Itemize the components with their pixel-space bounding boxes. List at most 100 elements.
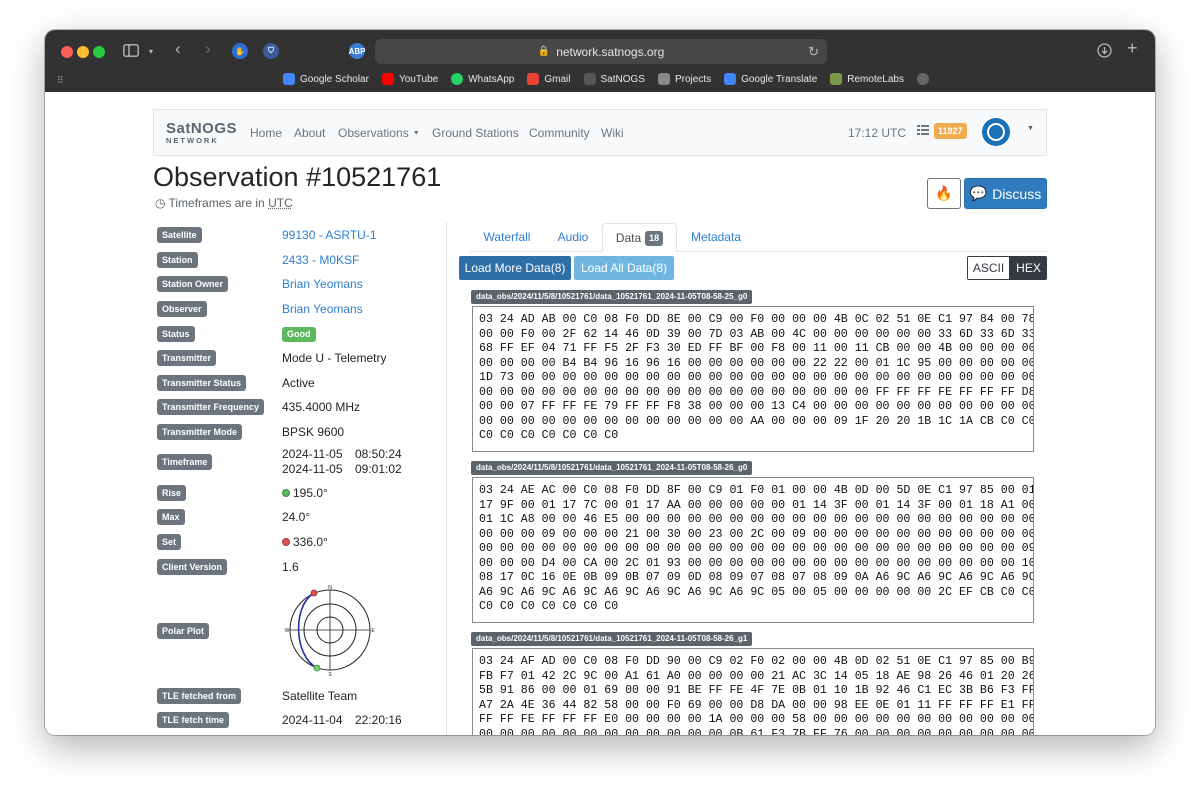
- forward-icon[interactable]: ›: [205, 40, 211, 57]
- user-menu-chevron-icon[interactable]: ▼: [1027, 125, 1034, 132]
- satnogs-logo[interactable]: SatNOGS NETWORK: [166, 120, 238, 145]
- timeframe-start-time: 08:50:24: [355, 447, 402, 461]
- hex-toggle[interactable]: HEX: [1010, 256, 1047, 280]
- nav-wiki[interactable]: Wiki: [601, 126, 624, 140]
- minimize-window-button[interactable]: [77, 46, 89, 58]
- remotelabs-icon: [830, 73, 843, 85]
- nav-ground-stations[interactable]: Ground Stations: [432, 126, 519, 140]
- bookmark-gmail[interactable]: Gmail: [527, 73, 571, 85]
- detail-label: TLE fetched from: [157, 688, 242, 704]
- nav-observations-label: Observations: [338, 126, 409, 140]
- new-tab-icon[interactable]: +: [1127, 39, 1138, 57]
- discuss-label: Discuss: [992, 185, 1042, 202]
- observations-count-badge[interactable]: 11927: [934, 123, 967, 139]
- detail-label: Status: [157, 326, 195, 342]
- detail-label: Rise: [157, 485, 187, 501]
- logo-text: SatNOGS: [166, 120, 238, 137]
- zoom-window-button[interactable]: [93, 46, 105, 58]
- detail-label: Transmitter Status: [157, 375, 247, 391]
- detail-label: Transmitter Frequency: [157, 399, 265, 415]
- detail-label: TLE fetch time: [157, 712, 230, 728]
- detail-label: Timeframe: [157, 454, 213, 470]
- bookmark-remotelabs[interactable]: RemoteLabs: [830, 73, 904, 85]
- tab-data-label: Data: [615, 231, 642, 245]
- timeframe-note: ◷ Timeframes are in UTC: [155, 196, 293, 210]
- reload-icon[interactable]: ↻: [808, 44, 819, 60]
- clock-icon: ◷: [155, 196, 166, 210]
- polar-west-label: W: [285, 628, 290, 634]
- timeframe-end: 2024-11-05 09:01:02: [282, 462, 402, 476]
- rise-value: 195.0°: [293, 486, 328, 500]
- observation-tabs: Waterfall Audio Data 18 Metadata: [470, 223, 1048, 252]
- avatar-ring-icon: [987, 123, 1005, 141]
- browser-window: ▾ ‹ › ✋ ⛉ ABP 🔒 network.satnogs.org ↻ + …: [45, 30, 1155, 735]
- adblock-extension-icon[interactable]: ABP: [349, 43, 365, 59]
- logo-subtext: NETWORK: [166, 136, 219, 145]
- close-window-button[interactable]: [61, 46, 73, 58]
- satnogs-icon: [583, 73, 596, 85]
- rise-dot-icon: [282, 489, 290, 497]
- ascii-toggle[interactable]: ASCII: [967, 256, 1010, 280]
- downloads-icon[interactable]: [1097, 43, 1112, 60]
- polar-east-label: E: [371, 628, 375, 634]
- hex-data-block: 03 24 AF AD 00 C0 08 F0 DD 90 00 C9 02 F…: [472, 648, 1034, 735]
- frame-filename[interactable]: data_obs/2024/11/5/8/10521761/data_10521…: [471, 632, 753, 646]
- tab-waterfall[interactable]: Waterfall: [470, 223, 544, 252]
- bookmark-whatsapp[interactable]: WhatsApp: [451, 73, 514, 85]
- tab-audio[interactable]: Audio: [544, 223, 602, 252]
- timeframe-end-date: 2024-11-05: [282, 462, 343, 476]
- tab-metadata[interactable]: Metadata: [677, 223, 755, 252]
- detail-label: Client Version: [157, 559, 228, 575]
- polar-plot: N S E W: [285, 585, 376, 677]
- google-scholar-icon: [283, 73, 295, 85]
- nav-community[interactable]: Community: [529, 126, 590, 140]
- timeframe-end-time: 09:01:02: [355, 462, 402, 476]
- load-more-data-button[interactable]: Load More Data(8): [459, 256, 571, 280]
- set-dot-icon: [282, 538, 290, 546]
- station-link[interactable]: 2433 - M0KSF: [282, 253, 359, 267]
- sidebar-toggle-icon[interactable]: [123, 44, 139, 59]
- bookmark-projects[interactable]: Projects: [657, 73, 711, 85]
- google-translate-icon: [724, 73, 737, 85]
- tab-overview-icon[interactable]: ⠿: [57, 73, 64, 87]
- rise-marker: [313, 664, 321, 672]
- privacy-extension-icon[interactable]: ✋: [232, 43, 248, 59]
- bookmark-unnamed[interactable]: [916, 73, 929, 85]
- chevron-down-icon: ▼: [412, 130, 420, 137]
- polar-north-label: N: [328, 585, 332, 591]
- bookmark-generic-icon: [916, 73, 929, 85]
- address-bar[interactable]: 🔒 network.satnogs.org ↻: [375, 39, 827, 64]
- owner-link[interactable]: Brian Yeomans: [282, 277, 363, 291]
- observer-link[interactable]: Brian Yeomans: [282, 302, 363, 316]
- nav-about[interactable]: About: [294, 126, 325, 140]
- bookmark-google-scholar[interactable]: Google Scholar: [283, 73, 369, 85]
- frame-filename[interactable]: data_obs/2024/11/5/8/10521761/data_10521…: [471, 290, 753, 304]
- detail-label: Transmitter: [157, 350, 217, 366]
- back-icon[interactable]: ‹: [175, 40, 181, 57]
- tle-source-value: Satellite Team: [282, 689, 358, 703]
- nav-home[interactable]: Home: [250, 126, 282, 140]
- transmitter-value: Mode U - Telemetry: [282, 351, 387, 365]
- browser-toolbar: ▾ ‹ › ✋ ⛉ ABP 🔒 network.satnogs.org ↻ + …: [45, 30, 1155, 92]
- user-avatar[interactable]: [982, 118, 1010, 146]
- bookmark-satnogs[interactable]: SatNOGS: [583, 73, 645, 85]
- satellite-link[interactable]: 99130 - ASRTU-1: [282, 228, 377, 242]
- list-icon: [917, 125, 929, 135]
- bookmark-youtube[interactable]: YouTube: [381, 73, 438, 85]
- nav-observations[interactable]: Observations ▼: [338, 126, 420, 140]
- fire-button[interactable]: 🔥: [927, 178, 961, 209]
- tab-data[interactable]: Data 18: [602, 223, 677, 252]
- client-version-value: 1.6: [282, 560, 299, 574]
- discuss-button[interactable]: 💬 Discuss: [964, 178, 1047, 209]
- url-text: network.satnogs.org: [556, 44, 665, 59]
- bitwarden-extension-icon[interactable]: ⛉: [263, 43, 279, 59]
- sidebar-menu-chevron-icon[interactable]: ▾: [149, 45, 153, 59]
- fire-icon: 🔥: [935, 185, 953, 201]
- detail-label: Polar Plot: [157, 623, 210, 639]
- tle-fetch-date: 2024-11-04: [282, 713, 343, 727]
- bookmark-google-translate[interactable]: Google Translate: [724, 73, 817, 85]
- load-all-data-button[interactable]: Load All Data(8): [574, 256, 674, 280]
- frame-filename[interactable]: data_obs/2024/11/5/8/10521761/data_10521…: [471, 461, 753, 475]
- detail-label: Satellite: [157, 227, 202, 243]
- set-marker: [310, 589, 318, 597]
